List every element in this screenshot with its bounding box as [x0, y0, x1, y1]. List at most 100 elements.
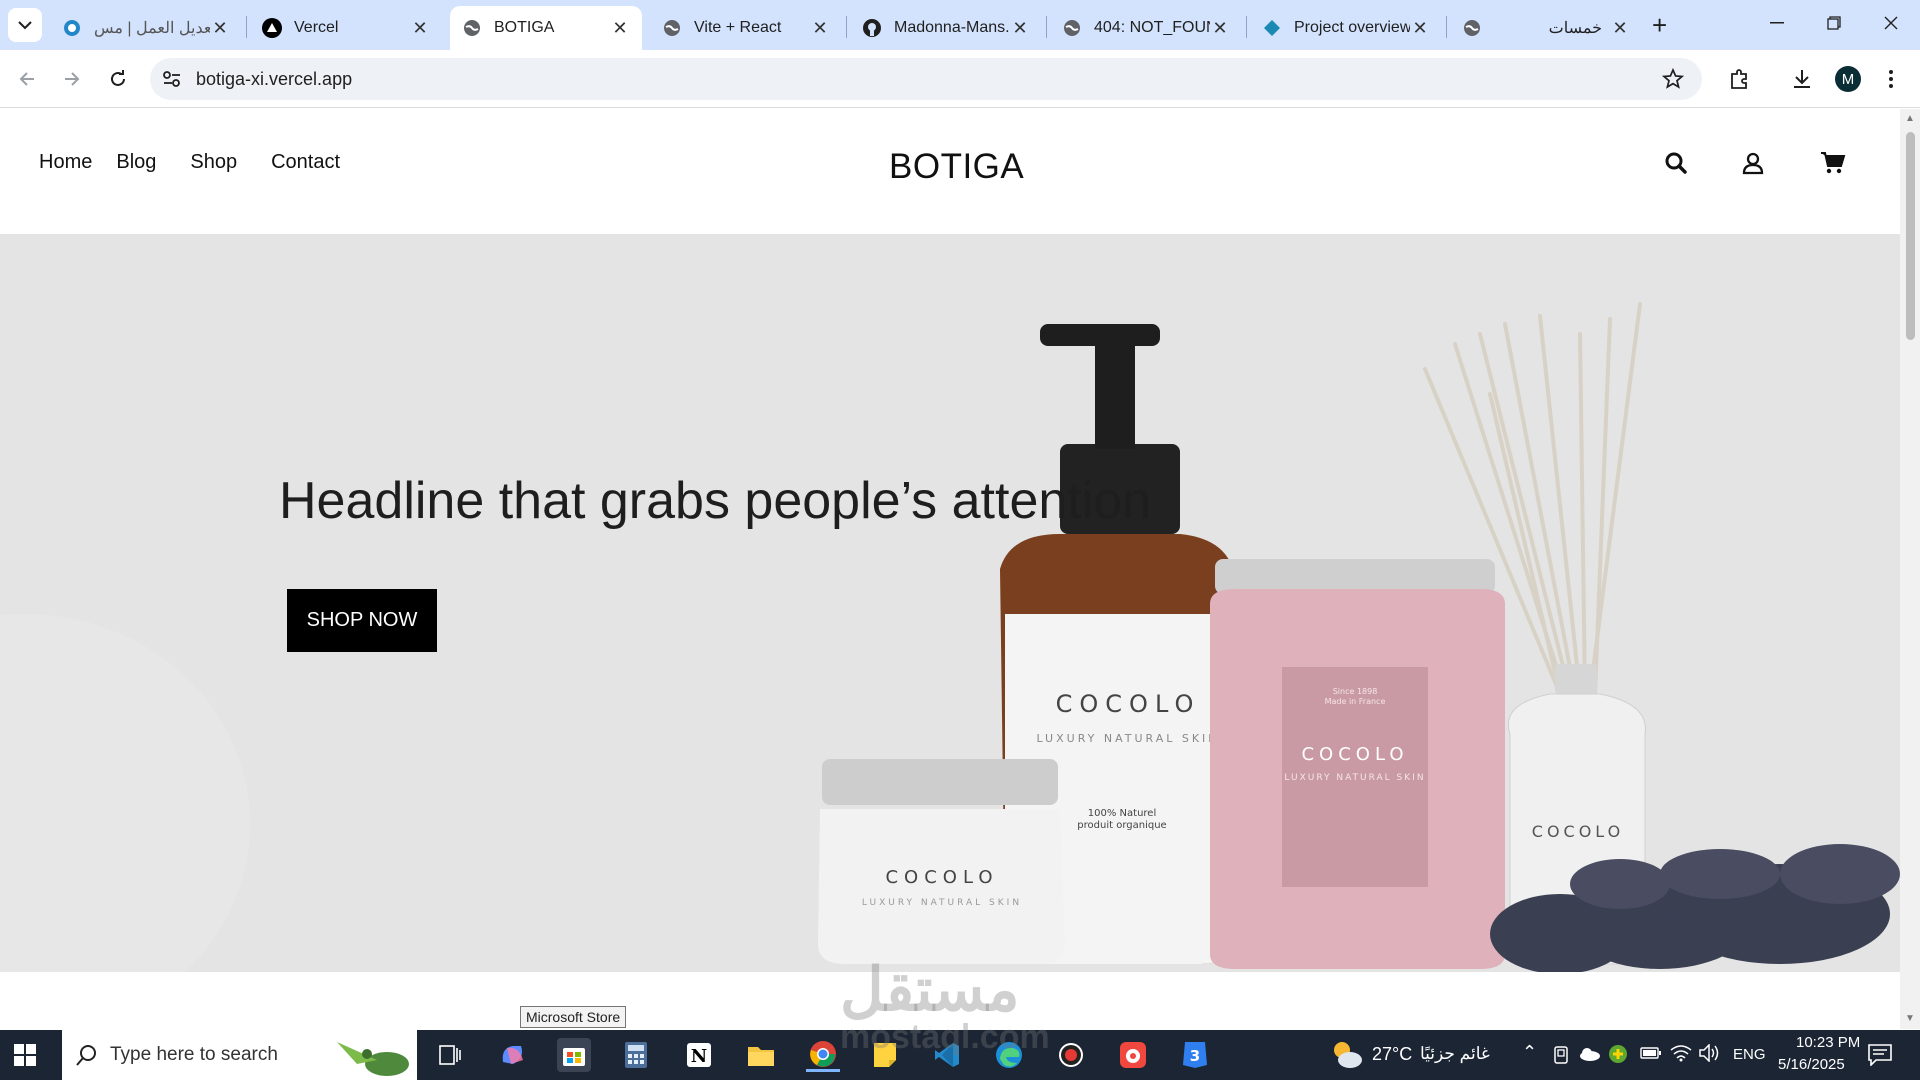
tab-khamsat[interactable]: خمسات ✕ [1450, 6, 1642, 50]
weather-icon[interactable] [1330, 1038, 1364, 1077]
clock-date[interactable]: 5/16/2025 [1778, 1056, 1845, 1073]
jar-note-2: Made in France [1325, 697, 1386, 706]
scrollbar-thumb[interactable] [1906, 132, 1915, 340]
windows-start-button[interactable] [14, 1044, 36, 1066]
chevron-up-icon[interactable]: ⌃ [1522, 1042, 1537, 1063]
mostaql-icon [62, 18, 82, 38]
forward-button[interactable] [57, 64, 87, 94]
tab-search-button[interactable] [8, 8, 42, 42]
puzzle-icon [1731, 69, 1747, 89]
nav-link-blog[interactable]: Blog [116, 151, 156, 174]
bottle-tagline: LUXURY NATURAL SKIN [1036, 732, 1219, 745]
browser-toolbar: botiga-xi.vercel.app [0, 50, 1920, 108]
tab-botiga[interactable]: BOTIGA ✕ [450, 6, 642, 50]
app-blue-icon[interactable]: 3 [1178, 1038, 1212, 1072]
bottle-note: 100% Naturel [1088, 808, 1156, 819]
app-tray-green-icon[interactable] [1608, 1044, 1628, 1069]
close-icon[interactable]: ✕ [610, 18, 630, 39]
arrow-left-icon [19, 72, 34, 86]
meet-now-icon[interactable] [1552, 1046, 1570, 1069]
bookmark-star-icon[interactable] [1661, 67, 1685, 95]
microsoft-store-icon[interactable] [557, 1038, 591, 1072]
taskbar-tooltip: Microsoft Store [520, 1006, 627, 1028]
new-tab-button[interactable]: + [1652, 12, 1667, 38]
site-nav: Home Blog Shop Contact [39, 151, 364, 174]
taskbar-search-box[interactable]: Type here to search [62, 1030, 417, 1080]
svg-text:N: N [691, 1046, 707, 1067]
tab-404[interactable]: 404: NOT_FOUN... ✕ [1050, 6, 1242, 50]
watermark-ar: مستقل [840, 956, 1020, 1023]
scroll-down-icon[interactable]: ▼ [1905, 1013, 1915, 1024]
hero-banner: COCOLO COCOLO LUXURY NATURAL SKIN 100% N… [0, 234, 1900, 972]
notion-icon[interactable]: N [682, 1038, 716, 1072]
reload-button[interactable] [103, 64, 133, 94]
nav-link-shop[interactable]: Shop [190, 151, 237, 174]
notification-center-icon[interactable] [1868, 1044, 1892, 1071]
close-icon[interactable]: ✕ [210, 18, 230, 39]
weather-description[interactable]: غائم جزئيًا [1420, 1044, 1490, 1064]
close-icon [1884, 16, 1898, 30]
calculator-icon[interactable] [619, 1038, 653, 1072]
close-icon[interactable]: ✕ [1010, 18, 1030, 39]
wifi-icon[interactable] [1670, 1044, 1692, 1067]
chrome-menu-button[interactable] [1876, 64, 1906, 94]
volume-icon[interactable] [1699, 1043, 1721, 1067]
search-highlight-bird-icon [327, 1034, 412, 1083]
web-page: Home Blog Shop Contact BOTIGA COCOLO COC… [0, 109, 1900, 1029]
url-text[interactable]: botiga-xi.vercel.app [196, 69, 352, 90]
cart-icon[interactable] [1819, 149, 1847, 177]
extensions-button[interactable] [1724, 64, 1754, 94]
search-icon [76, 1044, 98, 1071]
site-logo[interactable]: BOTIGA [889, 147, 1024, 187]
hero-product-image: COCOLO COCOLO LUXURY NATURAL SKIN 100% N… [818, 302, 1900, 972]
minimize-button[interactable] [1757, 8, 1797, 38]
tab-title: تعديل العمل | مس... [94, 20, 210, 37]
tab-github[interactable]: Madonna-Mans... ✕ [850, 6, 1042, 50]
back-button[interactable] [12, 64, 42, 94]
tab-firebase[interactable]: Project overview ✕ [1250, 6, 1442, 50]
tab-vite-react[interactable]: Vite + React ✕ [650, 6, 842, 50]
arrow-right-icon [65, 72, 80, 86]
nav-link-home[interactable]: Home [39, 151, 92, 174]
restore-button[interactable] [1814, 8, 1854, 38]
account-icon[interactable] [1739, 149, 1767, 177]
bottle-note-2: produit organique [1077, 820, 1166, 831]
search-icon[interactable] [1662, 149, 1690, 177]
close-icon[interactable]: ✕ [410, 18, 430, 39]
scroll-up-icon[interactable]: ▲ [1905, 113, 1915, 124]
file-explorer-icon[interactable] [744, 1038, 778, 1072]
profile-avatar[interactable]: M [1835, 66, 1861, 92]
shop-now-button[interactable]: SHOP NOW [287, 589, 437, 652]
nav-link-contact[interactable]: Contact [271, 151, 340, 174]
weather-temperature[interactable]: 27°C [1372, 1044, 1412, 1065]
close-icon[interactable]: ✕ [1610, 18, 1630, 39]
language-indicator[interactable]: ENG [1733, 1046, 1766, 1063]
close-icon[interactable]: ✕ [1410, 18, 1430, 39]
bottle-brand-label: COCOLO [1056, 690, 1201, 718]
close-icon[interactable]: ✕ [810, 18, 830, 39]
site-settings-icon[interactable] [162, 70, 182, 93]
minimize-icon [1770, 22, 1784, 24]
github-icon [862, 18, 882, 38]
globe-icon [462, 18, 482, 38]
tab-title: Vercel [294, 19, 339, 36]
close-icon[interactable]: ✕ [1210, 18, 1230, 39]
chrome-taskbar-icon[interactable] [806, 1038, 840, 1072]
tab-vercel[interactable]: Vercel ✕ [250, 6, 442, 50]
copilot-icon[interactable] [495, 1038, 529, 1072]
window-close-button[interactable] [1871, 8, 1911, 38]
address-bar[interactable]: botiga-xi.vercel.app [150, 58, 1702, 100]
tab-mostaql[interactable]: تعديل العمل | مس... ✕ [50, 6, 242, 50]
screen-recorder-icon[interactable] [1054, 1038, 1088, 1072]
clock-time[interactable]: 10:23 PM [1796, 1034, 1860, 1051]
battery-icon[interactable] [1640, 1046, 1662, 1065]
vercel-icon [262, 18, 282, 38]
windows-logo-icon [14, 1044, 36, 1066]
task-view-icon[interactable] [433, 1038, 467, 1072]
small-jar-label: COCOLO [885, 867, 998, 888]
jar-brand-label: COCOLO [1301, 744, 1408, 765]
onedrive-icon[interactable] [1578, 1047, 1600, 1066]
app-red-icon[interactable] [1116, 1038, 1150, 1072]
reload-icon [111, 70, 125, 86]
downloads-button[interactable] [1787, 64, 1817, 94]
